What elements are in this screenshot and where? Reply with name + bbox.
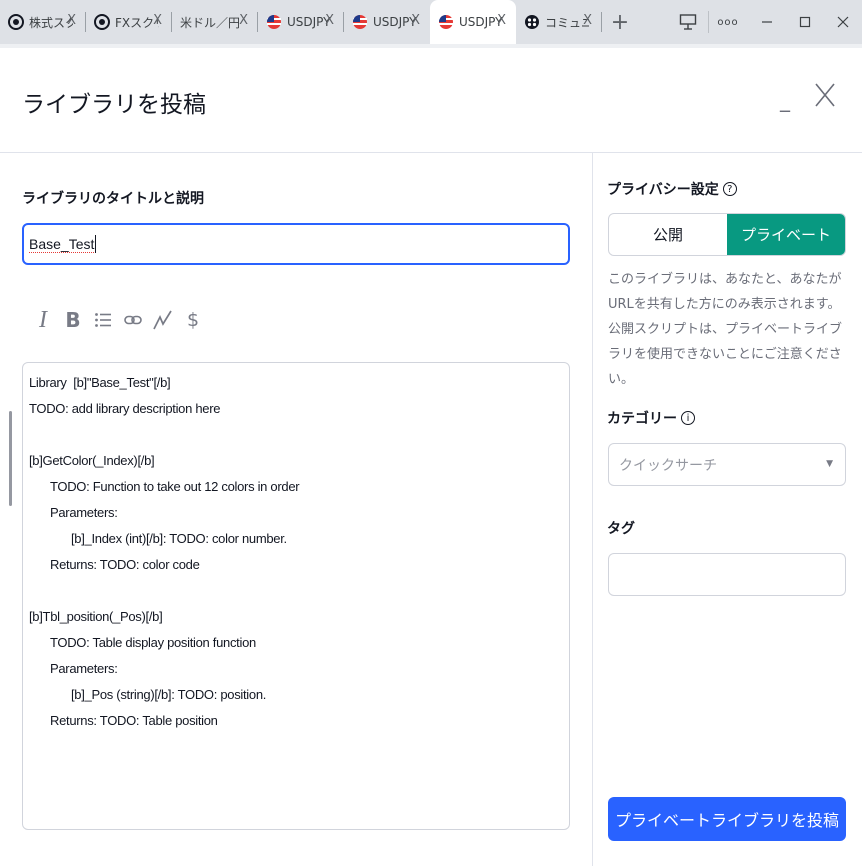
new-tab-button[interactable]: +: [602, 0, 638, 44]
browser-tab[interactable]: 米ドル／円 X: [172, 0, 258, 44]
library-description-textarea[interactable]: Library [b]"Base_Test"[/b] TODO: add lib…: [22, 362, 570, 830]
tab-close-icon[interactable]: X: [325, 13, 334, 28]
toolbar-divider: [708, 11, 709, 33]
maximize-window-button[interactable]: [790, 0, 820, 44]
close-window-button[interactable]: [828, 0, 858, 44]
category-label-text: カテゴリー: [607, 411, 677, 427]
privacy-note: このライブラリは、あなたと、あなたがURLを共有した方にのみ表示されます。公開ス…: [608, 272, 843, 387]
us-flag-icon: [353, 15, 367, 29]
dialog-scrollbar[interactable]: [9, 411, 12, 506]
library-title-input[interactable]: Base_Test: [22, 223, 570, 265]
tab-close-icon[interactable]: X: [411, 13, 420, 28]
dialog-minimize-button[interactable]: _: [780, 88, 790, 112]
more-icon[interactable]: ooo: [716, 0, 740, 44]
link-button[interactable]: [118, 306, 148, 334]
browser-tab-active[interactable]: USDJPY X: [430, 0, 516, 44]
info-icon[interactable]: i: [681, 411, 695, 425]
tag-input[interactable]: [608, 553, 846, 596]
description-line: TODO: add library description here: [29, 401, 221, 416]
description-line: TODO: Function to take out 12 colors in …: [50, 479, 300, 494]
format-toolbar: I B $: [28, 306, 208, 334]
publish-private-library-button[interactable]: プライベートライブラリを投稿: [608, 797, 846, 841]
description-line: [b]Tbl_position(_Pos)[/b]: [29, 609, 163, 624]
publish-library-dialog: ライブラリを投稿 _ ライブラリのタイトルと説明 Base_Test I B $…: [0, 44, 862, 866]
chart-line-icon: [153, 310, 172, 330]
tab-close-icon[interactable]: X: [153, 13, 162, 28]
us-flag-icon: [267, 15, 281, 29]
privacy-label-text: プライバシー設定: [607, 182, 719, 198]
chart-button[interactable]: [148, 306, 178, 334]
description-line: Parameters:: [50, 661, 118, 676]
list-icon: [95, 313, 111, 327]
list-button[interactable]: [88, 306, 118, 334]
bold-button[interactable]: B: [58, 306, 88, 334]
tab-title: 米ドル／円: [180, 15, 240, 30]
tab-close-icon[interactable]: X: [583, 13, 592, 28]
tradingview-icon: [8, 14, 24, 30]
maximize-icon: [799, 16, 811, 28]
minimize-window-button[interactable]: [752, 0, 782, 44]
browser-tab[interactable]: FXスクリ X: [86, 0, 172, 44]
dialog-close-button[interactable]: [812, 78, 838, 112]
description-line: [29, 578, 563, 604]
tab-search-button[interactable]: [672, 0, 704, 44]
tradingview-icon: [94, 14, 110, 30]
description-line: [29, 422, 563, 448]
description-line: Parameters:: [50, 505, 118, 520]
tab-divider: [601, 12, 602, 32]
symbol-button[interactable]: $: [178, 306, 208, 334]
privacy-settings-label: プライバシー設定 ?: [607, 179, 737, 199]
column-divider: [592, 153, 593, 866]
tab-close-icon[interactable]: X: [239, 13, 248, 28]
privacy-toggle: 公開 プライベート: [608, 213, 846, 256]
tab-close-icon[interactable]: X: [67, 13, 76, 28]
close-icon: [815, 83, 835, 107]
description-line: TODO: Table display position function: [50, 635, 256, 650]
description-line: Returns: TODO: Table position: [50, 713, 218, 728]
community-icon: [525, 15, 539, 29]
description-line: Library [b]"Base_Test"[/b]: [29, 375, 171, 390]
tab-close-icon[interactable]: X: [497, 13, 506, 28]
description-line: [b]_Pos (string)[/b]: TODO: position.: [71, 687, 267, 702]
description-line: [b]_Index (int)[/b]: TODO: color number.: [71, 531, 287, 546]
browser-tab[interactable]: USDJPY X: [258, 0, 344, 44]
italic-button[interactable]: I: [28, 306, 58, 334]
header-divider: [0, 152, 862, 153]
private-option[interactable]: プライベート: [727, 214, 845, 255]
category-label: カテゴリー i: [607, 408, 695, 428]
browser-tab[interactable]: USDJPY X: [344, 0, 430, 44]
browser-tab[interactable]: コミュニ X: [516, 0, 602, 44]
public-option[interactable]: 公開: [609, 214, 727, 255]
description-line: Returns: TODO: color code: [50, 557, 200, 572]
browser-tab[interactable]: 株式スクリ X: [0, 0, 86, 44]
library-title-value: Base_Test: [29, 235, 95, 253]
window-layout-icon: [679, 14, 697, 30]
text-caret: [95, 235, 97, 253]
description-line: [b]GetColor(_Index)[/b]: [29, 453, 155, 468]
title-description-label: ライブラリのタイトルと説明: [22, 191, 204, 207]
help-icon[interactable]: ?: [722, 182, 737, 196]
dialog-title: ライブラリを投稿: [22, 92, 206, 118]
chevron-down-icon: ▼: [826, 459, 833, 469]
close-icon: [837, 16, 849, 28]
us-flag-icon: [439, 15, 453, 29]
browser-tab-strip: 株式スクリ X FXスクリ X 米ドル／円 X USDJPY X USDJPY …: [0, 0, 862, 44]
minimize-icon: [762, 21, 772, 23]
category-select[interactable]: クイックサーチ ▼: [608, 443, 846, 486]
tag-label: タグ: [607, 521, 635, 537]
link-icon: [124, 315, 142, 325]
category-placeholder: クイックサーチ: [619, 457, 717, 474]
